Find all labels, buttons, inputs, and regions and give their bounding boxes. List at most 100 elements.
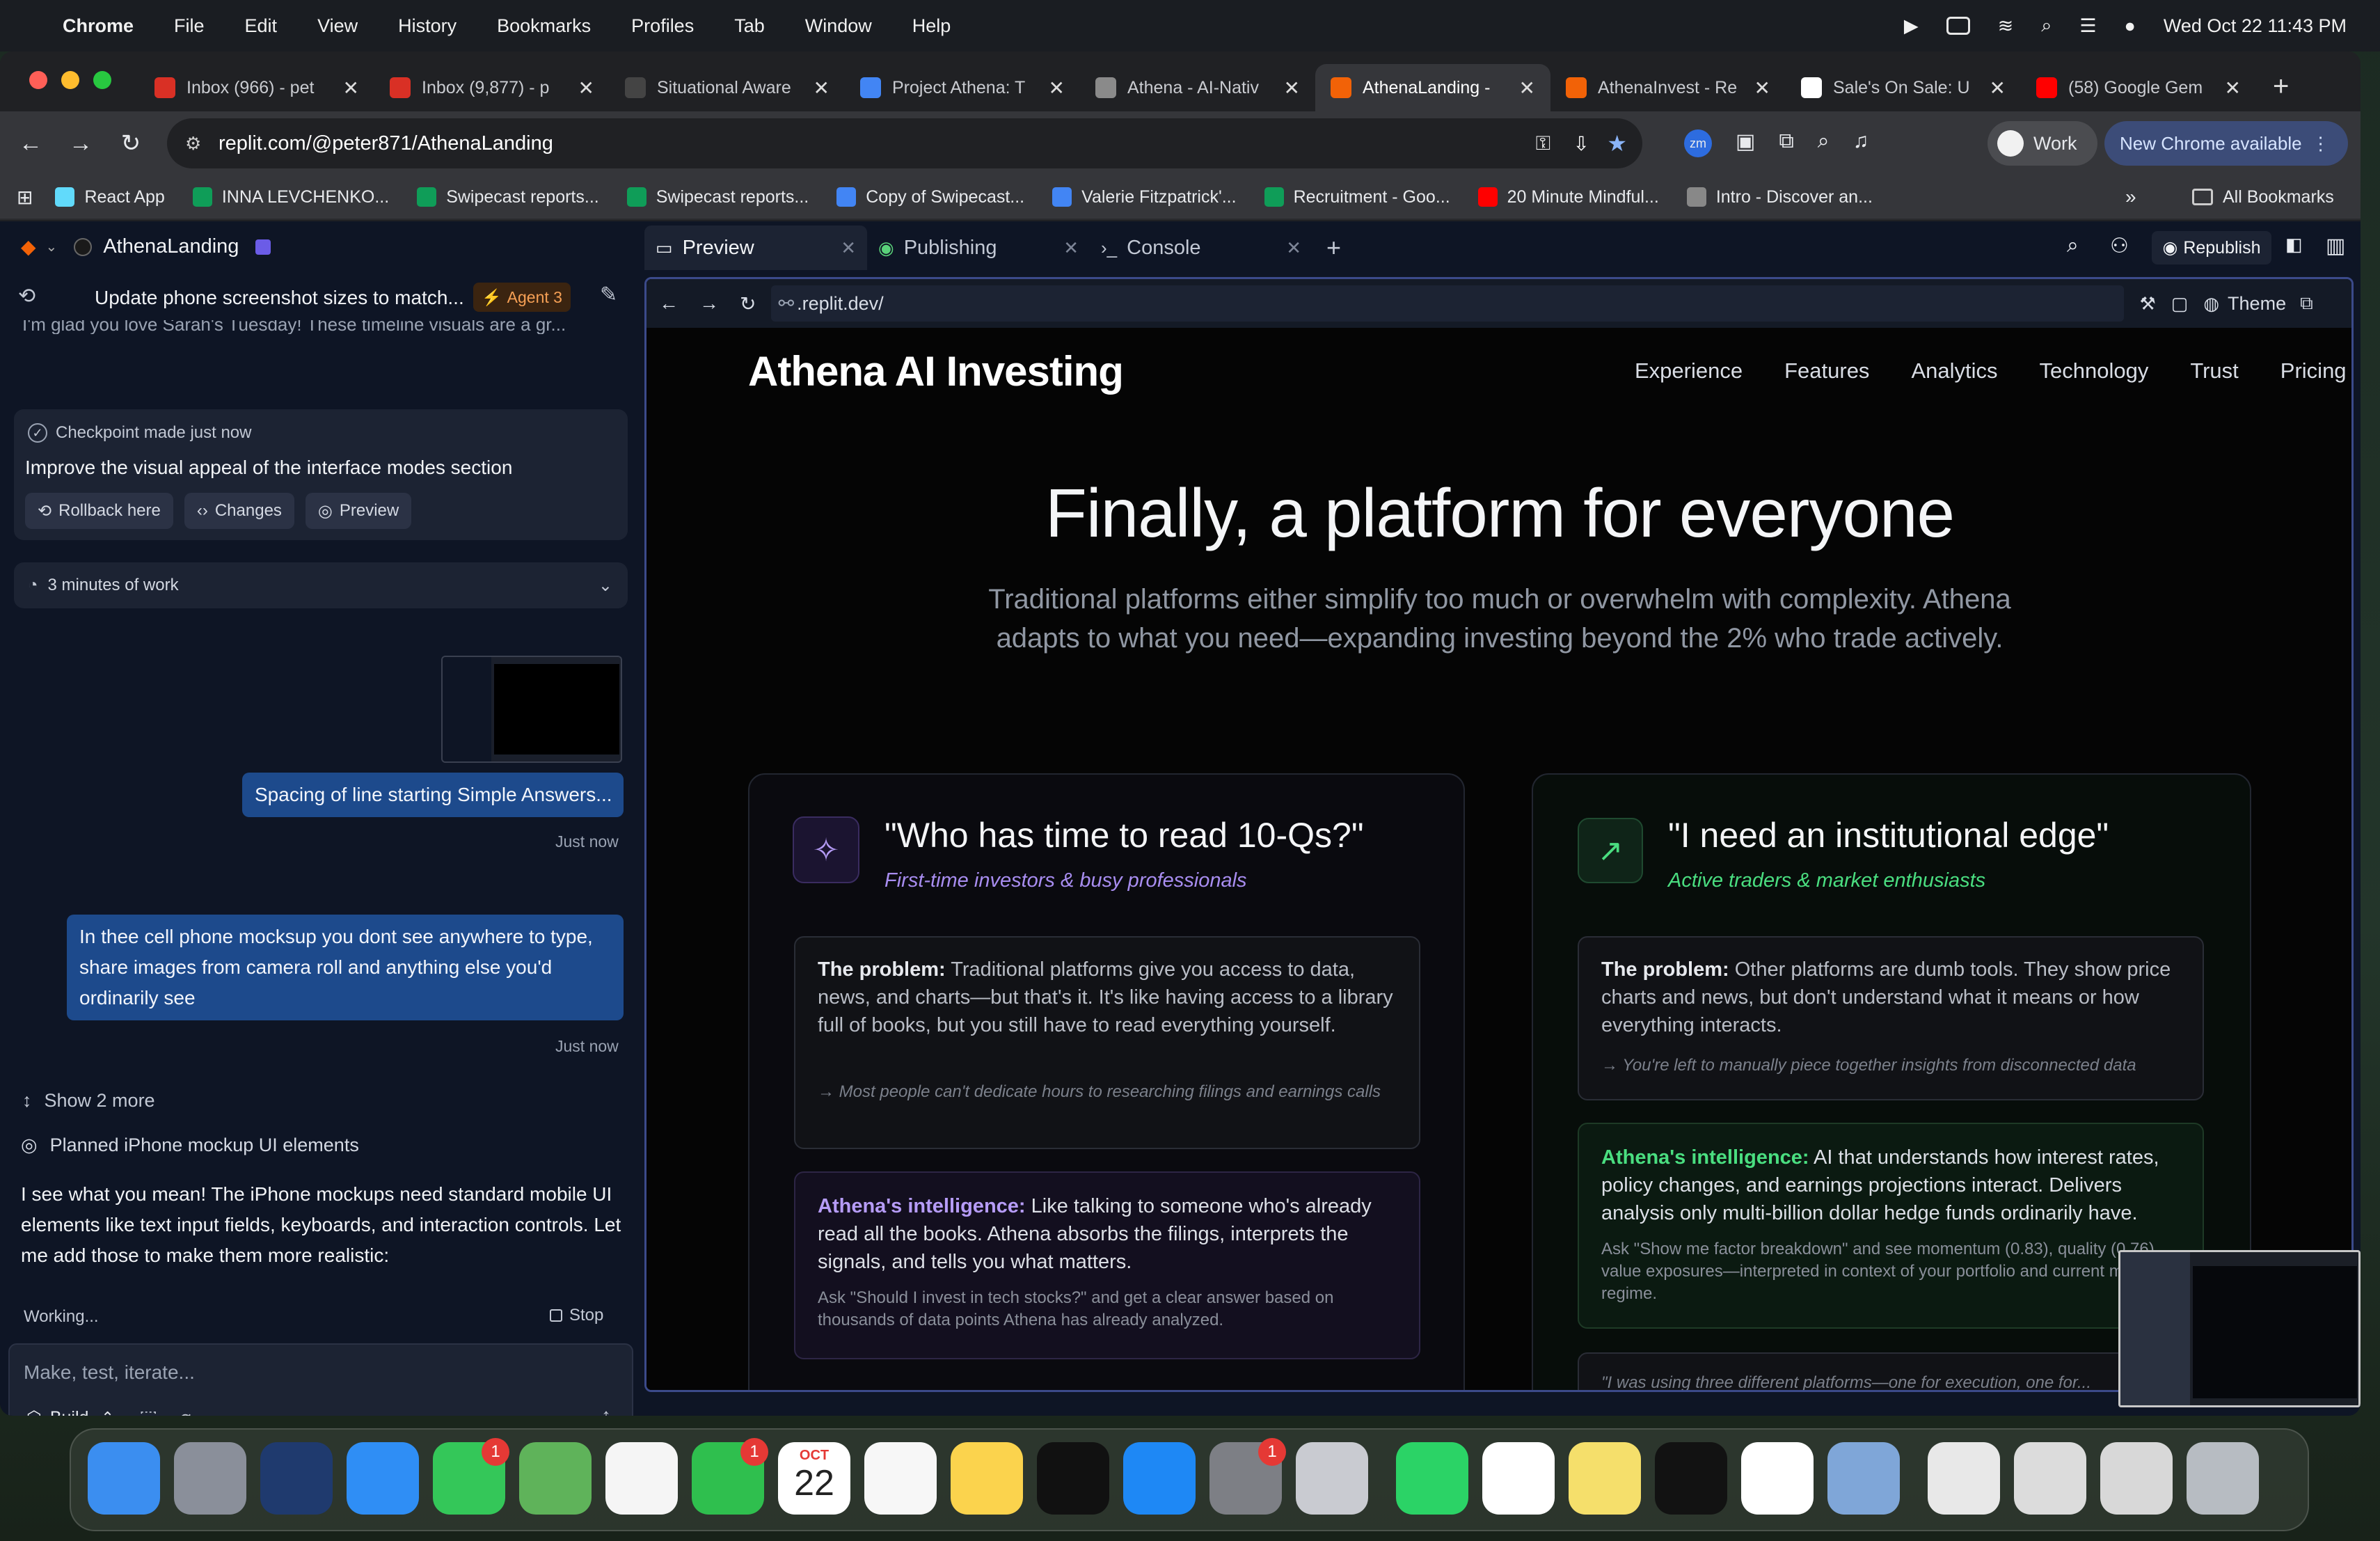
show-more-button[interactable]: ↕ Show 2 more [22, 1090, 155, 1112]
site-nav-link[interactable]: Experience [1635, 358, 1743, 409]
appletv-icon[interactable] [1037, 1442, 1109, 1515]
menu-window[interactable]: Window [805, 15, 872, 37]
notes-icon[interactable] [951, 1442, 1023, 1515]
siri-icon[interactable]: ● [2125, 15, 2136, 37]
calendar-icon[interactable]: OCT 22 [778, 1442, 850, 1515]
whatsapp-icon[interactable] [1396, 1442, 1468, 1515]
device-size-icon[interactable]: ▢ [2171, 293, 2189, 315]
zoom-extension-icon[interactable]: zm [1684, 129, 1712, 157]
preview-icon[interactable] [1827, 1442, 1900, 1515]
browser-tab[interactable]: Situational Aware ✕ [610, 64, 845, 111]
iphone-mirroring-icon[interactable] [1296, 1442, 1368, 1515]
screenshot-stack-icon[interactable] [2100, 1442, 2173, 1515]
bookmark-item[interactable]: INNA LEVCHENKO... [192, 187, 389, 207]
work-summary[interactable]: ◔ 3 minutes of work ⌄ [14, 562, 628, 608]
install-app-icon[interactable]: ⇩ [1573, 132, 1589, 155]
split-view-icon[interactable]: ◧ [2285, 234, 2303, 255]
bookmark-star-icon[interactable]: ★ [1607, 130, 1627, 157]
project-header[interactable]: ◆ ⌄ AthenaLanding [21, 235, 271, 258]
settings-icon[interactable]: 1 [1209, 1438, 1286, 1515]
slack-icon[interactable] [1482, 1442, 1555, 1515]
close-window-button[interactable] [29, 71, 47, 89]
close-tab-icon[interactable]: ✕ [578, 77, 594, 100]
menu-view[interactable]: View [317, 15, 358, 37]
devtools-wrench-icon[interactable]: ⚒ [2139, 293, 2155, 315]
menu-edit[interactable]: Edit [245, 15, 278, 37]
close-tab-icon[interactable]: ✕ [1990, 77, 2006, 100]
chat-input-box[interactable]: Make, test, iterate... ⬡ Build ⌃ ⬚ ⌀ ⚌ ↑ [8, 1343, 633, 1416]
site-nav-link[interactable]: Features [1784, 358, 1869, 409]
menu-file[interactable]: File [174, 15, 205, 37]
extensions-puzzle-icon[interactable]: ⧉ [1779, 129, 1793, 157]
profile-chip[interactable]: Work [1988, 121, 2097, 166]
facetime-icon[interactable]: 1 [692, 1438, 768, 1515]
address-text[interactable]: replit.com/@peter871/AthenaLanding [219, 132, 553, 155]
browser-tab[interactable]: Inbox (966) - pet ✕ [139, 64, 374, 111]
password-key-icon[interactable]: ⚿ [1536, 132, 1550, 155]
site-nav-link[interactable]: Analytics [1911, 358, 1997, 409]
browser-tab[interactable]: AthenaLanding - ✕ [1315, 64, 1550, 111]
bookmark-item[interactable]: Recruitment - Goo... [1264, 187, 1450, 207]
changes-button[interactable]: ‹› Changes [184, 493, 294, 529]
stop-button[interactable]: Stop [550, 1306, 603, 1325]
close-tab-icon[interactable]: ✕ [1286, 237, 1301, 259]
close-tab-icon[interactable]: ✕ [1049, 77, 1065, 100]
build-mode-dropdown[interactable]: ⬡ Build ⌃ [26, 1407, 114, 1416]
stickies-icon[interactable] [1569, 1442, 1641, 1515]
chevron-down-icon[interactable]: ⌄ [46, 238, 58, 255]
attached-screenshot-thumbnail[interactable] [441, 656, 622, 763]
close-tab-icon[interactable]: ✕ [2225, 77, 2241, 100]
tab-preview[interactable]: ▭ Preview ✕ [644, 226, 867, 270]
media-controls-icon[interactable]: ♫ [1853, 129, 1869, 157]
zoom-window-button[interactable] [93, 71, 111, 89]
appstore-icon[interactable] [1123, 1442, 1196, 1515]
new-tab-button[interactable]: + [2273, 71, 2289, 102]
update-chrome-button[interactable]: New Chrome available ⋮ [2104, 121, 2348, 166]
planned-step[interactable]: ◎ Planned iPhone mockup UI elements [21, 1135, 359, 1156]
screenshot-thumbnail-overlay[interactable] [2118, 1250, 2361, 1407]
chrome-icon[interactable] [1741, 1442, 1814, 1515]
preview-button[interactable]: ◎ Preview [305, 493, 412, 529]
settings-sliders-icon[interactable]: ⚌ [551, 1406, 569, 1416]
chat-input[interactable]: Make, test, iterate... [24, 1361, 195, 1384]
photos-icon[interactable] [605, 1442, 678, 1515]
rollback-button[interactable]: ⟲ Rollback here [25, 493, 173, 529]
bookmark-item[interactable]: Valerie Fitzpatrick'... [1052, 187, 1237, 207]
back-icon[interactable]: ← [659, 292, 679, 315]
republish-button[interactable]: ◉ Republish [2152, 231, 2271, 264]
messages-icon[interactable]: 1 [433, 1438, 509, 1515]
browser-tab[interactable]: Athena - AI-Nativ ✕ [1080, 64, 1315, 111]
browser-tab[interactable]: (58) Google Gem ✕ [2021, 64, 2256, 111]
webview-url-text[interactable]: .replit.dev/ [797, 293, 884, 315]
battery-icon[interactable] [1946, 17, 1970, 35]
menu-history[interactable]: History [398, 15, 457, 37]
site-info-icon[interactable]: ⚙ [185, 133, 201, 155]
site-nav-link[interactable]: Trust [2190, 358, 2238, 409]
webview-url-input[interactable]: ⚯ .replit.dev/ [771, 285, 2125, 322]
forward-icon[interactable]: → [63, 125, 99, 161]
menu-clock[interactable]: Wed Oct 22 11:43 PM [2164, 15, 2347, 37]
bookmark-item[interactable]: 20 Minute Mindful... [1477, 187, 1659, 207]
bookmark-item[interactable]: Swipecast reports... [417, 187, 599, 207]
thread-title[interactable]: Update phone screenshot sizes to match..… [95, 287, 464, 309]
menu-profiles[interactable]: Profiles [631, 15, 694, 37]
reload-icon[interactable]: ↻ [740, 292, 756, 315]
bookmark-item[interactable]: React App [55, 187, 165, 207]
reload-icon[interactable]: ↻ [113, 125, 149, 161]
play-status-icon[interactable]: ▶ [1904, 15, 1919, 37]
site-nav-link[interactable]: Pricing [2280, 358, 2347, 409]
tab-console[interactable]: ›_ Console ✕ [1090, 226, 1312, 270]
close-tab-icon[interactable]: ✕ [1754, 77, 1770, 100]
browser-tab[interactable]: Project Athena: T ✕ [845, 64, 1080, 111]
extension-icon[interactable]: ▣ [1736, 129, 1755, 157]
document-stack-icon[interactable] [1928, 1442, 2000, 1515]
browser-tab[interactable]: Inbox (9,877) - p ✕ [374, 64, 610, 111]
attach-paperclip-icon[interactable]: ⌀ [180, 1406, 191, 1416]
tab-publishing[interactable]: ◉ Publishing ✕ [867, 226, 1090, 270]
back-icon[interactable]: ← [13, 125, 49, 161]
select-element-icon[interactable]: ⬚ [139, 1406, 157, 1416]
menu-bookmarks[interactable]: Bookmarks [497, 15, 591, 37]
minimize-window-button[interactable] [61, 71, 79, 89]
address-bar[interactable]: ⚙ replit.com/@peter871/AthenaLanding ⚿ ⇩… [167, 118, 1642, 168]
menu-help[interactable]: Help [912, 15, 951, 37]
